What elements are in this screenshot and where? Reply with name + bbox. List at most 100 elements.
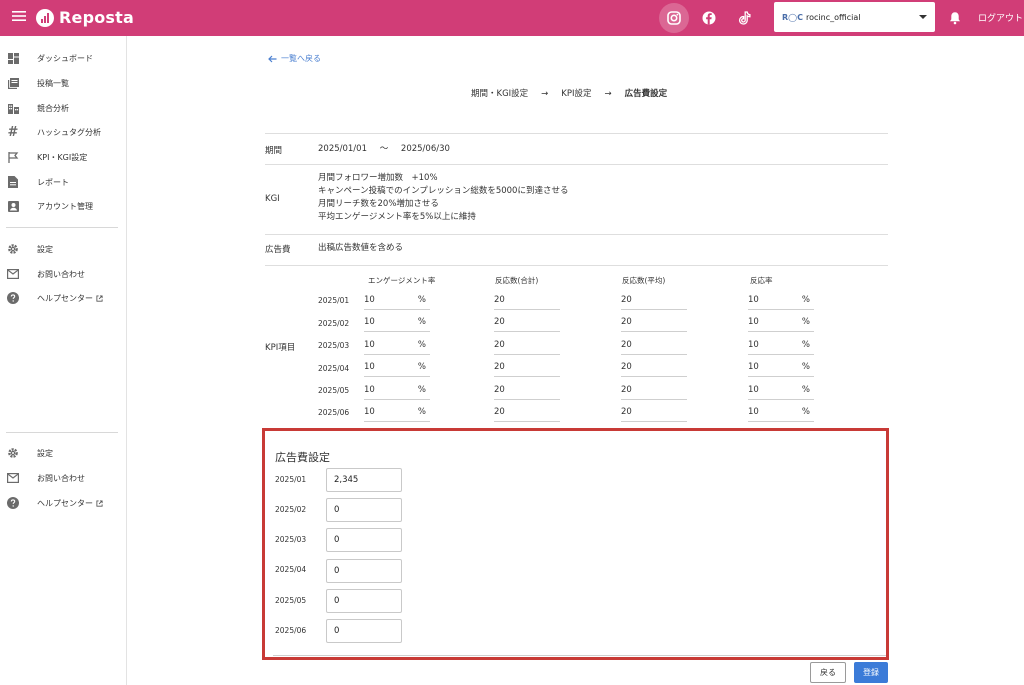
ad-cost-input[interactable] [326, 498, 402, 522]
kpi-engagement-field[interactable]: 10% [364, 404, 430, 422]
kpi-total-field[interactable]: 20 [494, 404, 560, 422]
percent-unit: % [417, 362, 426, 372]
sidebar-item-settings[interactable]: 設定 [0, 442, 126, 464]
kpi-engagement-value: 10 [364, 385, 375, 395]
app-name: Reposta [59, 8, 134, 27]
kpi-month: 2025/01 [318, 296, 350, 305]
sidebar-item-posts[interactable]: 投稿一覧 [0, 72, 126, 94]
sidebar-item-competitors[interactable]: 競合分析 [0, 97, 126, 119]
account-icon [7, 200, 19, 212]
dashboard-icon [7, 52, 19, 64]
kpi-rate-field[interactable]: 10% [748, 337, 814, 355]
sidebar-item-settings[interactable]: 設定 [0, 238, 126, 260]
arrow-left-icon [268, 55, 277, 62]
period-separator: ～ [379, 144, 389, 154]
kpi-header-total: 反応数(合計) [495, 276, 539, 285]
ad-cost-value: 出稿広告数値を含める [318, 243, 404, 253]
logout-button[interactable]: ログアウト [978, 11, 1023, 24]
divider [265, 265, 888, 266]
sidebar-item-label: ヘルプセンター [37, 498, 93, 508]
post-list-icon [7, 77, 19, 89]
ad-cost-settings-panel: 広告費設定 2025/01 2025/02 2025/03 2025/04 20… [262, 428, 889, 660]
kpi-average-field[interactable]: 20 [621, 382, 687, 400]
percent-unit: % [801, 295, 810, 305]
sidebar-item-label: ハッシュタグ分析 [37, 127, 101, 137]
ad-cost-input[interactable] [326, 468, 402, 492]
kpi-total-field[interactable]: 20 [494, 292, 560, 310]
menu-icon[interactable] [12, 10, 28, 26]
kpi-average-field[interactable]: 20 [621, 404, 687, 422]
kpi-average-field[interactable]: 20 [621, 314, 687, 332]
sidebar-item-kpi[interactable]: KPI・KGI設定 [0, 146, 126, 168]
kpi-average-field[interactable]: 20 [621, 359, 687, 377]
external-link-icon [96, 294, 103, 302]
register-button[interactable]: 登録 [854, 662, 888, 683]
kpi-average-field[interactable]: 20 [621, 337, 687, 355]
kpi-engagement-field[interactable]: 10% [364, 292, 430, 310]
bell-icon[interactable] [949, 11, 961, 25]
kpi-rate-field[interactable]: 10% [748, 404, 814, 422]
ad-month-label: 2025/02 [275, 505, 307, 514]
sidebar-item-label: お問い合わせ [37, 473, 85, 483]
ad-month-label: 2025/06 [275, 626, 307, 635]
kpi-rate-field[interactable]: 10% [748, 382, 814, 400]
percent-unit: % [801, 407, 810, 417]
kpi-total-field[interactable]: 20 [494, 382, 560, 400]
kpi-average-field[interactable]: 20 [621, 292, 687, 310]
kpi-rate-field[interactable]: 10% [748, 292, 814, 310]
kpi-month: 2025/03 [318, 341, 350, 350]
ad-cost-input[interactable] [326, 528, 402, 552]
sidebar-item-help[interactable]: ヘルプセンター [0, 287, 126, 309]
kpi-month: 2025/05 [318, 386, 350, 395]
kgi-item: 平均エンゲージメント率を5%以上に維持 [318, 212, 476, 222]
kpi-rate-value: 10 [748, 385, 759, 395]
step-arrow: → [541, 89, 549, 99]
sidebar-item-label: 設定 [37, 244, 53, 254]
kpi-rate-field[interactable]: 10% [748, 314, 814, 332]
sidebar-item-hashtag[interactable]: # ハッシュタグ分析 [0, 121, 126, 143]
back-button[interactable]: 戻る [810, 662, 846, 683]
back-to-list-link[interactable]: 一覧へ戻る [268, 53, 321, 64]
percent-unit: % [417, 385, 426, 395]
step-kpi: KPI設定 [561, 89, 592, 99]
sidebar-divider [6, 432, 118, 433]
help-icon [7, 497, 19, 509]
sidebar-item-label: 設定 [37, 448, 53, 458]
kgi-list: 月間フォロワー増加数 +10% キャンペーン投稿でのインプレッション総数を500… [318, 172, 568, 224]
kpi-header-engagement: エンゲージメント率 [368, 276, 436, 285]
kpi-engagement-field[interactable]: 10% [364, 382, 430, 400]
kpi-month: 2025/02 [318, 319, 350, 328]
app-logo[interactable]: Reposta [36, 8, 134, 27]
sidebar-item-contact[interactable]: お問い合わせ [0, 467, 126, 489]
kpi-month: 2025/04 [318, 364, 350, 373]
ad-cost-input[interactable] [326, 619, 402, 643]
kpi-total-field[interactable]: 20 [494, 337, 560, 355]
tiktok-tab[interactable] [729, 3, 759, 33]
kpi-total-field[interactable]: 20 [494, 359, 560, 377]
period-value: 2025/01/01 ～ 2025/06/30 [318, 143, 450, 156]
sidebar-item-help[interactable]: ヘルプセンター [0, 492, 126, 514]
kpi-engagement-field[interactable]: 10% [364, 337, 430, 355]
ad-cost-input[interactable] [326, 589, 402, 613]
logo-icon [36, 8, 54, 27]
tiktok-icon [738, 11, 751, 25]
facebook-tab[interactable] [694, 3, 724, 33]
kpi-rate-field[interactable]: 10% [748, 359, 814, 377]
main-content: 一覧へ戻る 期間・KGI設定 → KPI設定 → 広告費設定 期間 2025/01/01… [128, 36, 1024, 685]
kpi-engagement-field[interactable]: 10% [364, 314, 430, 332]
sidebar-item-report[interactable]: レポート [0, 171, 126, 193]
kpi-engagement-field[interactable]: 10% [364, 359, 430, 377]
sidebar-item-account[interactable]: アカウント管理 [0, 195, 126, 217]
ad-cost-input[interactable] [326, 559, 402, 583]
sidebar-item-dashboard[interactable]: ダッシュボード [0, 47, 126, 69]
percent-unit: % [801, 362, 810, 372]
percent-unit: % [801, 317, 810, 327]
back-link-label: 一覧へ戻る [281, 54, 321, 63]
sidebar-item-label: ダッシュボード [37, 53, 93, 63]
kpi-engagement-value: 10 [364, 407, 375, 417]
sidebar-item-contact[interactable]: お問い合わせ [0, 263, 126, 285]
kpi-total-field[interactable]: 20 [494, 314, 560, 332]
account-select[interactable]: R◯C rocinc_official [774, 2, 935, 32]
mail-icon [7, 268, 19, 280]
instagram-tab[interactable] [659, 3, 689, 33]
